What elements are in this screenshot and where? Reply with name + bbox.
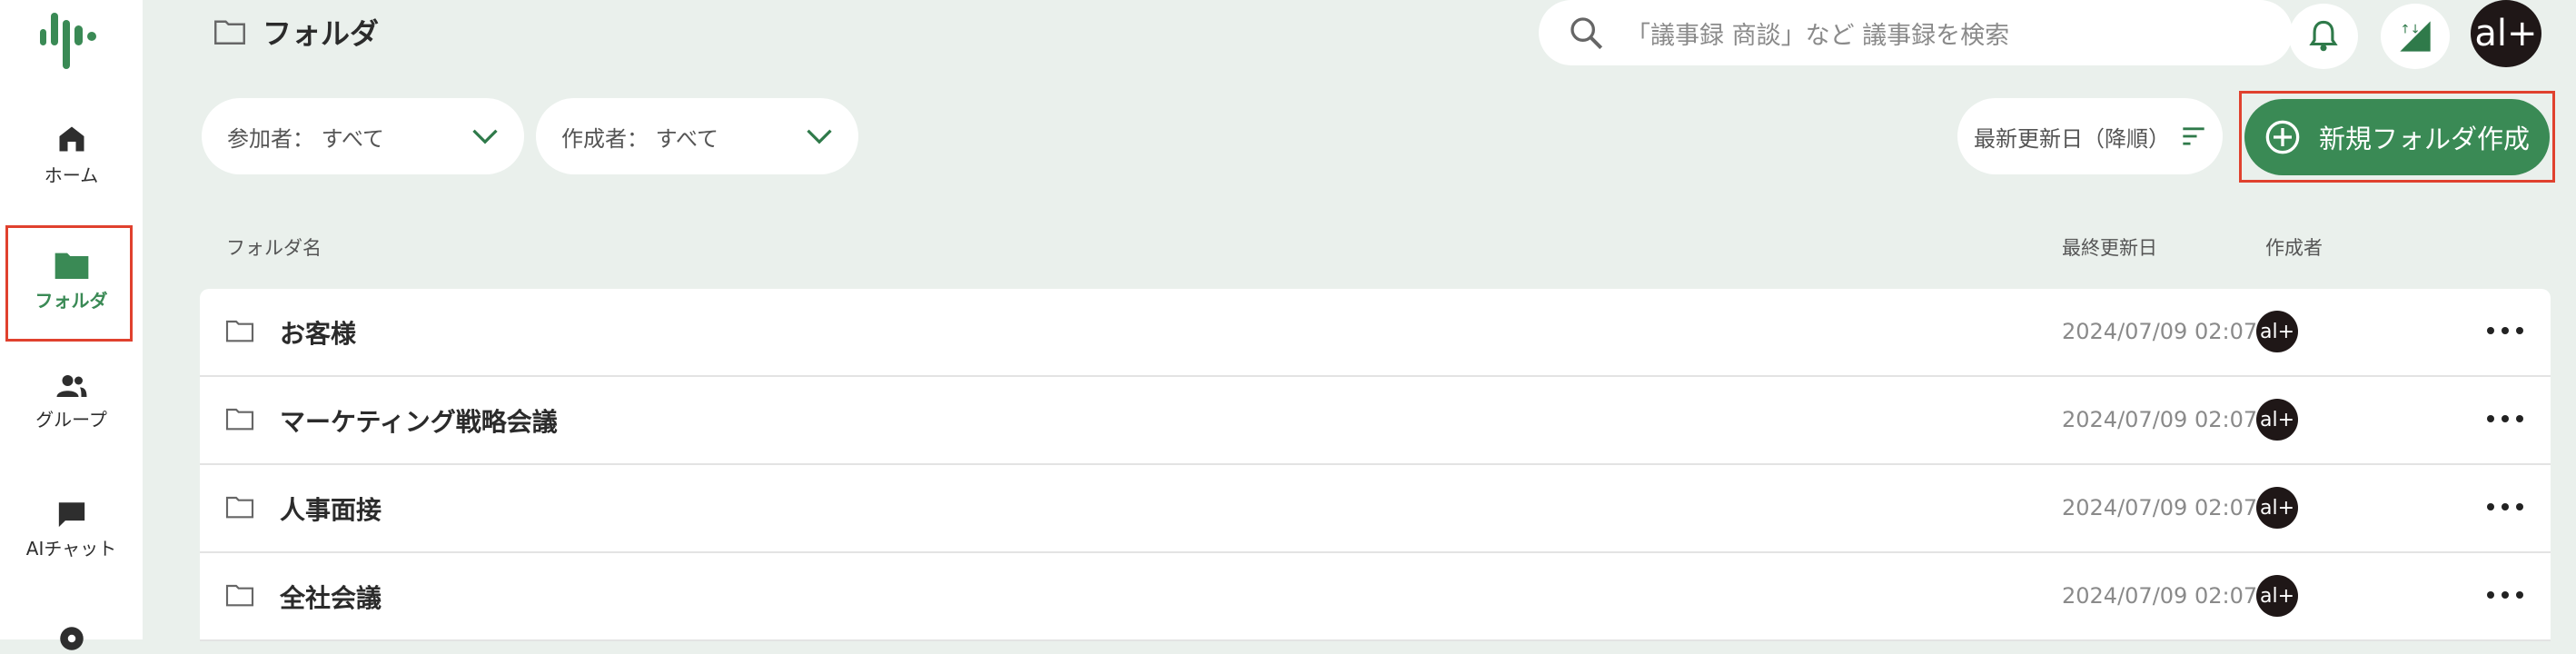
updated-date: 2024/07/09 02:07 bbox=[2062, 495, 2258, 520]
column-header-creator: 作成者 bbox=[2265, 237, 2323, 259]
more-options-icon[interactable] bbox=[2487, 580, 2523, 609]
sidebar-item-folder[interactable]: フォルダ bbox=[0, 250, 143, 312]
folder-outline-icon bbox=[225, 584, 254, 607]
chevron-down-icon bbox=[472, 129, 498, 144]
svg-text:↑↓: ↑↓ bbox=[2400, 24, 2420, 37]
table-row[interactable]: お客様 2024/07/09 02:07 al+ bbox=[200, 289, 2551, 377]
creator-filter[interactable]: 作成者： すべて bbox=[536, 98, 858, 174]
folder-icon bbox=[54, 253, 88, 279]
sort-button[interactable]: 最新更新日（降順） bbox=[1957, 98, 2223, 174]
sidebar-item-label: グループ bbox=[35, 409, 107, 431]
participant-filter[interactable]: 参加者： すべて bbox=[202, 98, 524, 174]
sidebar-item-group[interactable]: グループ bbox=[0, 372, 143, 431]
search-input[interactable]: 「議事録 商談」など 議事録を検索 bbox=[1626, 15, 2009, 51]
search-icon bbox=[1570, 17, 1603, 50]
search-bar[interactable]: 「議事録 商談」など 議事録を検索 bbox=[1539, 0, 2293, 65]
table-row[interactable]: 人事面接 2024/07/09 02:07 al+ bbox=[200, 465, 2551, 553]
sidebar-item-ai-chat[interactable]: AIチャット bbox=[0, 500, 143, 560]
creator-filter-label: 作成者： すべて bbox=[561, 125, 718, 152]
table-row[interactable]: マーケティング戦略会議 2024/07/09 02:07 al+ bbox=[200, 377, 2551, 465]
updated-date: 2024/07/09 02:07 bbox=[2062, 583, 2258, 609]
notification-button[interactable] bbox=[2289, 4, 2358, 69]
home-icon bbox=[59, 126, 84, 152]
group-icon bbox=[56, 375, 86, 397]
sidebar-item-label: AIチャット bbox=[25, 538, 117, 560]
app-logo[interactable] bbox=[36, 7, 102, 69]
gear-icon bbox=[59, 627, 84, 650]
creator-avatar: al+ bbox=[2256, 487, 2298, 529]
sidebar-item-label: フォルダ bbox=[35, 290, 108, 312]
sidebar-item-label: ホーム bbox=[44, 164, 99, 186]
bell-icon bbox=[2309, 20, 2338, 52]
page-title-text: フォルダ bbox=[263, 16, 380, 51]
column-header-name: フォルダ名 bbox=[226, 237, 322, 259]
participant-filter-label: 参加者： すべて bbox=[227, 125, 384, 152]
folder-name[interactable]: 全社会議 bbox=[280, 579, 381, 615]
table-row[interactable]: 全社会議 2024/07/09 02:07 al+ bbox=[200, 553, 2551, 641]
folder-name[interactable]: マーケティング戦略会議 bbox=[280, 402, 558, 439]
signal-button[interactable]: ↑↓ bbox=[2381, 4, 2450, 69]
main-content: フォルダ 「議事録 商談」など 議事録を検索 ↑↓ al+ 参加者： すべて 作… bbox=[143, 0, 2576, 641]
folder-outline-icon bbox=[225, 496, 254, 519]
column-header-updated: 最終更新日 bbox=[2062, 237, 2157, 259]
folder-outline-icon bbox=[225, 408, 254, 431]
page-title: フォルダ bbox=[213, 11, 379, 53]
creator-avatar: al+ bbox=[2256, 575, 2298, 617]
chevron-down-icon bbox=[807, 129, 832, 144]
signal-icon: ↑↓ bbox=[2400, 21, 2431, 52]
sidebar-item-settings[interactable] bbox=[0, 623, 143, 654]
sort-icon bbox=[2183, 127, 2204, 145]
updated-date: 2024/07/09 02:07 bbox=[2062, 407, 2258, 432]
sort-label: 最新更新日（降順） bbox=[1974, 125, 2170, 152]
new-folder-label: 新規フォルダ作成 bbox=[2319, 124, 2531, 154]
folder-name[interactable]: お客様 bbox=[280, 314, 356, 351]
sidebar-item-home[interactable]: ホーム bbox=[0, 123, 143, 187]
creator-avatar: al+ bbox=[2256, 311, 2298, 352]
folder-table: お客様 2024/07/09 02:07 al+ マーケティング戦略会議 202… bbox=[200, 289, 2551, 641]
folder-name[interactable]: 人事面接 bbox=[280, 490, 381, 527]
user-avatar-text: al+ bbox=[2474, 13, 2538, 54]
more-options-icon[interactable] bbox=[2487, 316, 2523, 345]
chat-icon bbox=[58, 502, 84, 528]
sidebar: ホーム フォルダ グループ AIチャット bbox=[0, 0, 143, 650]
more-options-icon[interactable] bbox=[2487, 404, 2523, 433]
updated-date: 2024/07/09 02:07 bbox=[2062, 319, 2258, 344]
creator-avatar: al+ bbox=[2256, 399, 2298, 441]
folder-outline-icon bbox=[225, 320, 254, 342]
more-options-icon[interactable] bbox=[2487, 492, 2523, 521]
plus-circle-icon bbox=[2265, 120, 2300, 154]
user-avatar[interactable]: al+ bbox=[2471, 0, 2541, 67]
folder-outline-icon bbox=[214, 20, 245, 45]
new-folder-button[interactable]: 新規フォルダ作成 bbox=[2244, 99, 2550, 175]
